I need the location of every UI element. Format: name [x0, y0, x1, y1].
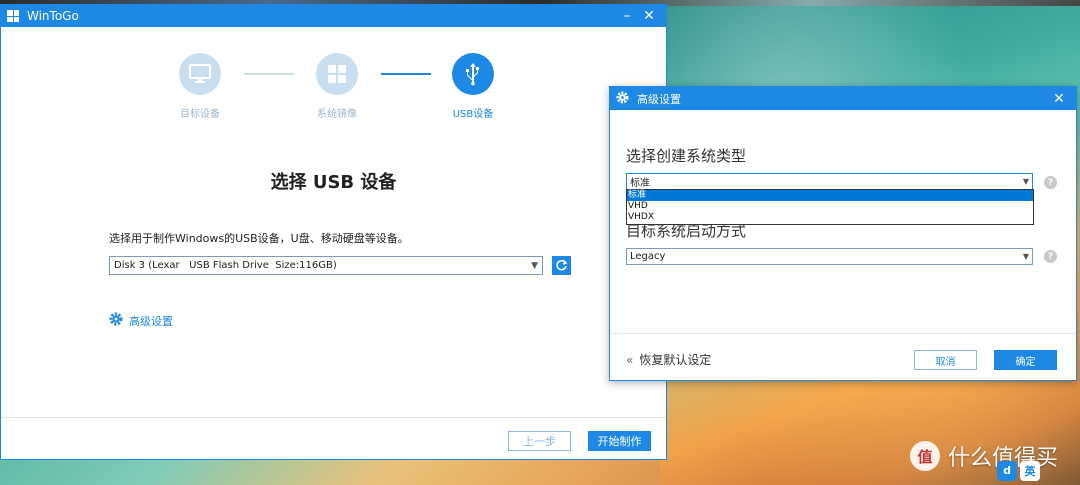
- refresh-button[interactable]: [552, 256, 571, 275]
- ime-badge[interactable]: d: [997, 460, 1017, 481]
- system-type-value: 标准: [630, 178, 650, 189]
- minimize-icon[interactable]: –: [616, 8, 638, 24]
- ok-button[interactable]: 确定: [994, 350, 1057, 370]
- close-icon[interactable]: ✕: [1048, 91, 1070, 107]
- advanced-settings-dialog: 高级设置 ✕ 选择创建系统类型 标准 ▼ ? 标准 VHD VHDX 目标系统启…: [609, 86, 1077, 381]
- system-type-dropdown: 标准 VHD VHDX: [626, 189, 1034, 225]
- app-icon: [7, 10, 19, 22]
- monitor-icon: [179, 53, 221, 95]
- step-label: 系统镜像: [317, 109, 357, 120]
- disk-select-value: Disk 3 (Lexar USB Flash Drive Size:116GB…: [114, 260, 337, 271]
- gear-icon: [109, 312, 123, 329]
- dialog-titlebar: 高级设置 ✕: [610, 87, 1076, 110]
- chevron-down-icon: ▼: [1022, 252, 1029, 261]
- footer-divider: [1, 417, 666, 418]
- chevron-down-icon: ▼: [1022, 177, 1029, 186]
- usb-icon: [452, 53, 494, 95]
- ime-indicator: d 英: [997, 456, 1080, 485]
- previous-button[interactable]: 上一步: [508, 431, 571, 451]
- start-button[interactable]: 开始制作: [588, 431, 651, 451]
- step-label: 目标设备: [180, 109, 220, 120]
- dialog-title: 高级设置: [637, 92, 681, 106]
- help-icon[interactable]: ?: [1044, 176, 1057, 189]
- advanced-settings-label: 高级设置: [129, 314, 173, 328]
- close-icon[interactable]: ✕: [638, 8, 660, 24]
- cancel-button[interactable]: 取消: [914, 350, 977, 370]
- system-type-label: 选择创建系统类型: [626, 147, 747, 165]
- chevron-down-icon: ▼: [531, 260, 538, 271]
- boot-mode-value: Legacy: [630, 251, 666, 262]
- dropdown-option[interactable]: 标准: [627, 190, 1033, 201]
- step-connector: [381, 73, 431, 75]
- step-system-image: 系统镜像: [297, 53, 377, 120]
- step-usb-device: USB设备: [433, 53, 513, 120]
- step-label: USB设备: [452, 109, 494, 120]
- step-target-device: 目标设备: [160, 53, 240, 120]
- reset-defaults-link[interactable]: « 恢复默认设定: [626, 351, 711, 368]
- window-title: WinToGo: [27, 9, 79, 23]
- step-indicator: 目标设备 系统镜像 USB设备: [1, 53, 666, 133]
- watermark-logo: 值: [910, 441, 940, 471]
- gear-icon: [616, 90, 629, 107]
- wintogo-window: WinToGo – ✕ 目标设备 系统镜像 USB设备 选择 USB 设备 选择…: [0, 4, 667, 460]
- advanced-settings-link[interactable]: 高级设置: [109, 312, 173, 329]
- boot-mode-select[interactable]: Legacy ▼: [626, 248, 1033, 265]
- disk-select[interactable]: Disk 3 (Lexar USB Flash Drive Size:116GB…: [109, 256, 543, 275]
- page-title: 选择 USB 设备: [270, 172, 397, 193]
- dialog-divider: [610, 333, 1076, 334]
- description-text: 选择用于制作Windows的USB设备，U盘、移动硬盘等设备。: [109, 232, 409, 245]
- main-titlebar: WinToGo – ✕: [1, 5, 666, 27]
- dropdown-option[interactable]: VHDX: [627, 212, 1033, 223]
- double-chevron-left-icon: «: [626, 352, 634, 367]
- ime-language[interactable]: 英: [1020, 460, 1040, 481]
- refresh-icon: [556, 259, 568, 271]
- reset-defaults-label: 恢复默认设定: [639, 353, 712, 367]
- step-connector: [244, 73, 294, 75]
- system-type-select[interactable]: 标准 ▼: [626, 173, 1033, 190]
- windows-icon: [316, 53, 358, 95]
- help-icon[interactable]: ?: [1044, 250, 1057, 263]
- dropdown-option[interactable]: VHD: [627, 201, 1033, 212]
